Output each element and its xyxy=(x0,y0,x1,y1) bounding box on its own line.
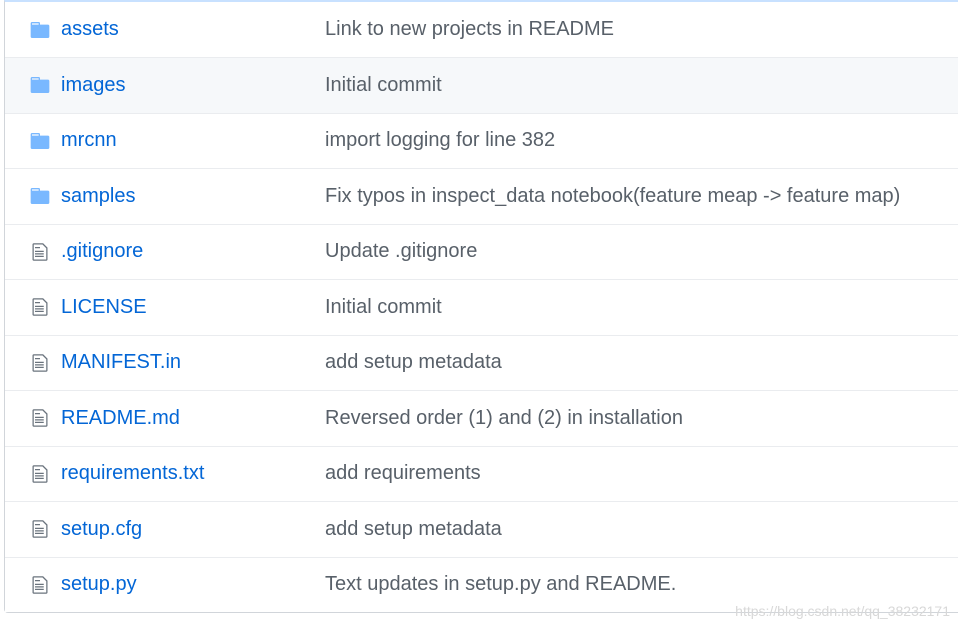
file-row[interactable]: .gitignore Update .gitignore xyxy=(5,223,958,279)
commit-message[interactable]: import logging for line 382 xyxy=(325,129,555,152)
file-row[interactable]: mrcnn import logging for line 382 xyxy=(5,112,958,168)
file-icon xyxy=(29,518,51,540)
file-name-link[interactable]: setup.py xyxy=(61,573,137,596)
file-icon xyxy=(29,241,51,263)
file-row[interactable]: images Initial commit xyxy=(5,57,958,113)
folder-icon xyxy=(29,185,51,207)
folder-icon xyxy=(29,19,51,41)
file-row[interactable]: README.md Reversed order (1) and (2) in … xyxy=(5,390,958,446)
file-name-link[interactable]: mrcnn xyxy=(61,129,117,152)
file-row[interactable]: requirements.txt add requirements xyxy=(5,445,958,501)
commit-message[interactable]: Fix typos in inspect_data notebook(featu… xyxy=(325,185,900,208)
commit-message[interactable]: Initial commit xyxy=(325,296,442,319)
file-name-link[interactable]: samples xyxy=(61,185,135,208)
file-row[interactable]: LICENSE Initial commit xyxy=(5,279,958,335)
file-icon xyxy=(29,352,51,374)
file-name-link[interactable]: images xyxy=(61,74,125,97)
file-name-link[interactable]: MANIFEST.in xyxy=(61,351,181,374)
folder-icon xyxy=(29,130,51,152)
commit-message[interactable]: add setup metadata xyxy=(325,518,502,541)
file-row[interactable]: MANIFEST.in add setup metadata xyxy=(5,334,958,390)
commit-message[interactable]: add requirements xyxy=(325,462,481,485)
file-name-link[interactable]: requirements.txt xyxy=(61,462,204,485)
file-icon xyxy=(29,574,51,596)
file-name-link[interactable]: README.md xyxy=(61,407,180,430)
folder-icon xyxy=(29,74,51,96)
commit-message[interactable]: Text updates in setup.py and README. xyxy=(325,573,676,596)
commit-message[interactable]: Link to new projects in README xyxy=(325,18,614,41)
file-name-link[interactable]: .gitignore xyxy=(61,240,143,263)
commit-message[interactable]: Reversed order (1) and (2) in installati… xyxy=(325,407,683,430)
watermark: https://blog.csdn.net/qq_38232171 xyxy=(735,603,950,619)
file-name-link[interactable]: setup.cfg xyxy=(61,518,142,541)
file-row[interactable]: setup.cfg add setup metadata xyxy=(5,501,958,557)
file-name-link[interactable]: assets xyxy=(61,18,119,41)
file-row[interactable]: samples Fix typos in inspect_data notebo… xyxy=(5,168,958,224)
commit-message[interactable]: add setup metadata xyxy=(325,351,502,374)
commit-message[interactable]: Update .gitignore xyxy=(325,240,477,263)
file-row[interactable]: assets Link to new projects in README xyxy=(5,2,958,57)
file-icon xyxy=(29,407,51,429)
file-list-table: assets Link to new projects in README im… xyxy=(4,0,958,613)
file-icon xyxy=(29,296,51,318)
commit-message[interactable]: Initial commit xyxy=(325,74,442,97)
file-name-link[interactable]: LICENSE xyxy=(61,296,147,319)
file-icon xyxy=(29,463,51,485)
